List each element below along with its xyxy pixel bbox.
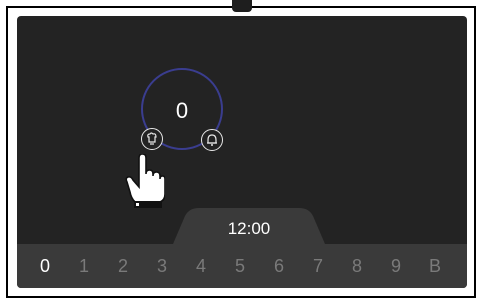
timer-value: 0 <box>175 98 189 123</box>
number-8[interactable]: 8 <box>347 256 367 277</box>
number-2[interactable]: 2 <box>113 256 133 277</box>
timer-button[interactable] <box>141 128 163 150</box>
number-1[interactable]: 1 <box>74 256 94 277</box>
number-b[interactable]: B <box>425 256 445 277</box>
top-tab <box>232 0 252 12</box>
number-6[interactable]: 6 <box>269 256 289 277</box>
number-3[interactable]: 3 <box>152 256 172 277</box>
number-bar: 0 1 2 3 4 5 6 7 8 9 B <box>17 244 467 288</box>
number-4[interactable]: 4 <box>191 256 211 277</box>
bell-icon <box>207 134 217 146</box>
number-9[interactable]: 9 <box>386 256 406 277</box>
number-5[interactable]: 5 <box>230 256 250 277</box>
number-0[interactable]: 0 <box>35 256 55 277</box>
pointing-hand-icon <box>125 154 165 208</box>
control-display: 0 12:00 0 1 2 3 4 5 6 7 8 9 B <box>17 16 467 288</box>
alarm-button[interactable] <box>201 129 223 151</box>
number-7[interactable]: 7 <box>308 256 328 277</box>
kitchen-timer-icon <box>147 132 157 145</box>
clock-time: 12:00 <box>227 219 271 238</box>
